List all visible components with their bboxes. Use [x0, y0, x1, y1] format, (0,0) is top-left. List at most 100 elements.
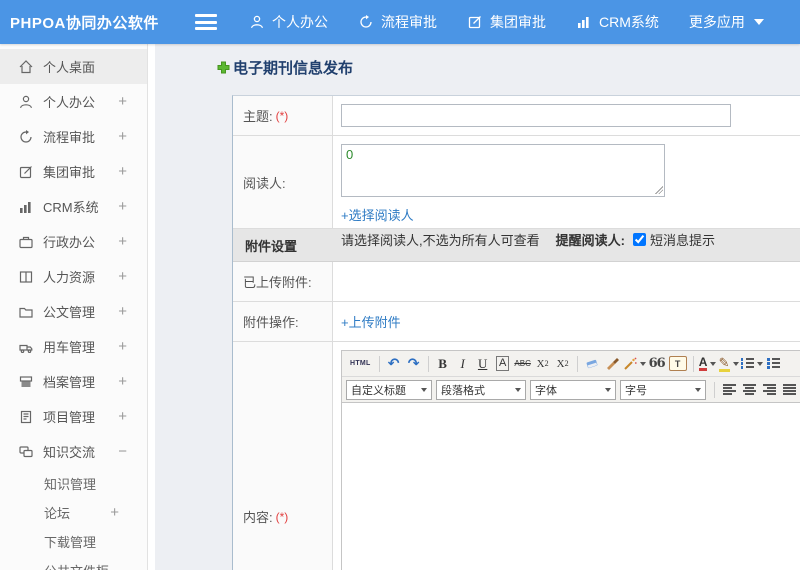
expand-toggle[interactable]: + [118, 198, 127, 215]
nav-label: 集团审批 [490, 14, 546, 30]
app-window: PHPOA协同办公软件 个人办公 流程审批 集团审批 CRM系统 更多应用 个人… [0, 0, 800, 570]
sidebar-item-label: 项目管理 [43, 410, 96, 425]
readers-label: 阅读人: [243, 175, 286, 191]
nav-label: 更多应用 [688, 14, 745, 30]
html-source-button[interactable]: HTML [347, 354, 374, 374]
insert-textbox-button[interactable]: T [668, 354, 688, 374]
operation-label-cell: 附件操作: [233, 302, 333, 341]
menu-toggle-button[interactable] [195, 14, 217, 30]
sidebar-item-label: 行政办公 [43, 235, 96, 250]
sidebar: 个人桌面 个人办公 + 流程审批 + 集团审批 + CRM系统 + 行政办公 +… [0, 44, 148, 570]
sidebar-item-group-approval[interactable]: 集团审批 + [0, 154, 147, 189]
align-center-button[interactable] [740, 380, 758, 400]
sidebar-item-admin-office[interactable]: 行政办公 + [0, 224, 147, 259]
expand-toggle[interactable]: + [118, 93, 127, 110]
chevron-down-icon [732, 361, 739, 366]
ordered-list-button[interactable] [740, 354, 763, 374]
subject-input[interactable] [341, 104, 731, 127]
sidebar-item-crm[interactable]: CRM系统 + [0, 189, 147, 224]
toolbar-separator [714, 381, 715, 398]
nav-label: 流程审批 [381, 14, 437, 30]
collapse-toggle[interactable]: − [118, 443, 127, 460]
expand-toggle[interactable]: + [118, 163, 127, 180]
sidebar-item-vehicle[interactable]: 用车管理 + [0, 329, 147, 364]
subscript-button[interactable]: X2 [554, 354, 572, 374]
blockquote-button[interactable]: 66 [648, 354, 666, 374]
align-left-button[interactable] [720, 380, 738, 400]
resize-grip-icon[interactable] [655, 186, 663, 194]
highlight-pen-button[interactable]: ✎ [718, 354, 739, 374]
sidebar-subitem-public-cabinet[interactable]: 公共文件柜 [0, 556, 147, 570]
sidebar-item-hr[interactable]: 人力资源 + [0, 259, 147, 294]
superscript-button[interactable]: X2 [534, 354, 552, 374]
subject-row: 主题: (*) [233, 96, 800, 136]
nav-group-approval[interactable]: 集团审批 [467, 12, 546, 32]
font-color-button[interactable]: A [698, 354, 717, 374]
nav-personal-office[interactable]: 个人办公 [249, 12, 328, 32]
align-right-button[interactable] [760, 380, 778, 400]
expand-toggle[interactable]: + [118, 233, 127, 250]
process-arrow-icon [358, 14, 374, 30]
expand-toggle[interactable]: + [118, 338, 127, 355]
chevron-down-icon [421, 387, 427, 392]
upload-attachment-link[interactable]: +上传附件 [341, 312, 401, 331]
rich-text-editor: HTML ↶ ↷ B I U A ABC X2 X2 66 T A ✎ 自定义标… [341, 350, 800, 570]
attachment-operation-row: 附件操作: +上传附件 [233, 302, 800, 342]
sidebar-item-archives[interactable]: 档案管理 + [0, 364, 147, 399]
user-icon [249, 14, 265, 30]
sidebar-item-knowledge[interactable]: 知识交流 − [0, 434, 147, 469]
expand-toggle[interactable]: + [118, 373, 127, 390]
readers-box: 0 [341, 144, 665, 200]
sidebar-subitem-label: 知识管理 [44, 477, 97, 492]
bold-button[interactable]: B [434, 354, 452, 374]
expand-toggle[interactable]: + [118, 303, 127, 320]
expand-toggle[interactable]: + [118, 268, 127, 285]
clipboard-icon [18, 409, 34, 425]
heading-select[interactable]: 自定义标题 [346, 379, 432, 400]
undo-button[interactable]: ↶ [385, 354, 403, 374]
unordered-list-button[interactable] [765, 354, 783, 374]
remove-format-eraser-button[interactable] [583, 354, 601, 374]
sidebar-item-label: 用车管理 [43, 340, 96, 355]
subject-label-cell: 主题: (*) [233, 96, 333, 135]
expand-toggle[interactable]: + [118, 128, 127, 145]
expand-toggle[interactable]: + [118, 408, 127, 425]
sidebar-subitem-download-mgmt[interactable]: 下载管理 [0, 527, 147, 556]
top-nav: 个人办公 流程审批 集团审批 CRM系统 更多应用 [249, 12, 764, 32]
paragraph-format-select[interactable]: 段落格式 [436, 379, 526, 400]
readers-textarea[interactable]: 0 [341, 144, 665, 197]
sidebar-item-personal-office[interactable]: 个人办公 + [0, 84, 147, 119]
nav-crm-system[interactable]: CRM系统 [576, 12, 659, 32]
font-family-select[interactable]: 字体 [530, 379, 616, 400]
chevron-down-icon [753, 19, 764, 25]
add-plus-icon [217, 61, 230, 74]
sidebar-item-personal-desktop[interactable]: 个人桌面 [0, 49, 147, 84]
readers-hint-text: 请选择阅读人,不选为所有人可查看 [341, 233, 540, 248]
font-style-button[interactable]: A [494, 354, 512, 374]
underline-button[interactable]: U [474, 354, 492, 374]
sidebar-item-official-doc[interactable]: 公文管理 + [0, 294, 147, 329]
redo-button[interactable]: ↷ [405, 354, 423, 374]
editor-content-area[interactable] [342, 403, 800, 570]
sidebar-item-project[interactable]: 项目管理 + [0, 399, 147, 434]
remind-readers-label: 提醒阅读人: [555, 233, 625, 248]
page-title: 电子期刊信息发布 [217, 57, 353, 78]
choose-readers-link[interactable]: +选择阅读人 [341, 205, 414, 224]
italic-button[interactable]: I [454, 354, 472, 374]
sidebar-subitem-knowledge-mgmt[interactable]: 知识管理 [0, 469, 147, 498]
expand-toggle[interactable]: + [110, 504, 119, 521]
readers-label-cell: 阅读人: [233, 136, 333, 228]
page-title-text: 电子期刊信息发布 [233, 60, 354, 77]
strikethrough-button[interactable]: ABC [514, 354, 532, 374]
magic-wand-button[interactable] [623, 354, 646, 374]
nav-more-apps[interactable]: 更多应用 [689, 12, 764, 32]
font-size-select[interactable]: 字号 [620, 379, 706, 400]
sms-notify-checkbox[interactable] [632, 233, 646, 246]
nav-workflow-approval[interactable]: 流程审批 [358, 12, 437, 32]
sidebar-subitem-label: 论坛 [44, 506, 71, 521]
sidebar-subitem-forum[interactable]: 论坛 + [0, 498, 147, 527]
align-justify-button[interactable] [780, 380, 798, 400]
format-painter-brush-button[interactable] [603, 354, 621, 374]
toolbar-separator [692, 355, 694, 372]
sidebar-item-workflow-approval[interactable]: 流程审批 + [0, 119, 147, 154]
